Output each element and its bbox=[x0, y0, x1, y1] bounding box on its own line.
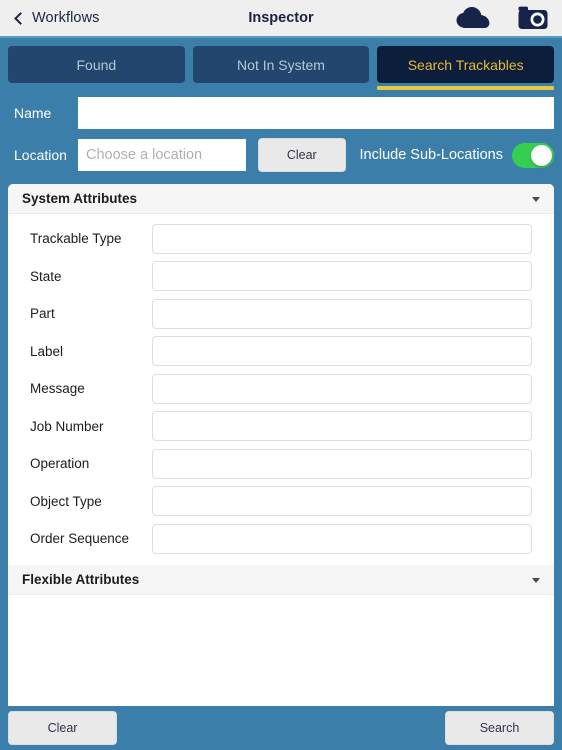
attribute-row: Order Sequence bbox=[8, 520, 554, 558]
attribute-row: Trackable Type bbox=[8, 220, 554, 258]
app-root: Workflows Inspector Found Not In System … bbox=[0, 0, 562, 750]
attribute-input-order-sequence[interactable] bbox=[152, 523, 532, 554]
location-clear-button[interactable]: Clear bbox=[258, 138, 346, 172]
attribute-label: Message bbox=[30, 381, 85, 397]
attribute-input-state[interactable] bbox=[152, 261, 532, 292]
clear-button[interactable]: Clear bbox=[8, 711, 117, 745]
location-label: Location bbox=[14, 147, 67, 163]
tab-not-in-system[interactable]: Not In System bbox=[192, 46, 370, 83]
location-input[interactable] bbox=[78, 139, 246, 171]
attribute-label: Operation bbox=[30, 456, 90, 472]
location-row: Location Clear Include Sub-Locations bbox=[8, 136, 554, 174]
attribute-row: Object Type bbox=[8, 483, 554, 521]
tab-bar: Found Not In System Search Trackables bbox=[0, 38, 562, 90]
name-input[interactable] bbox=[78, 97, 554, 129]
attribute-label: Label bbox=[30, 343, 64, 359]
attribute-input-trackable-type[interactable] bbox=[152, 223, 532, 254]
attribute-label: Object Type bbox=[30, 493, 102, 509]
flexible-attributes-body bbox=[8, 594, 554, 706]
attribute-row: Part bbox=[8, 295, 554, 333]
attribute-input-part[interactable] bbox=[152, 298, 532, 329]
tab-found[interactable]: Found bbox=[8, 46, 185, 83]
tab-found-label: Found bbox=[76, 56, 117, 73]
include-sub-locations-toggle[interactable] bbox=[512, 142, 554, 168]
navbar-actions bbox=[456, 0, 548, 36]
attribute-input-object-type[interactable] bbox=[152, 486, 532, 517]
footer-bar: Clear Search bbox=[0, 706, 562, 750]
toggle-knob bbox=[531, 144, 552, 166]
attribute-row: Operation bbox=[8, 445, 554, 483]
flexible-attributes-header[interactable]: Flexible Attributes bbox=[8, 564, 554, 595]
attribute-label: Job Number bbox=[30, 418, 104, 434]
attribute-input-operation[interactable] bbox=[152, 448, 532, 479]
attribute-label: State bbox=[30, 268, 62, 284]
caret-down-icon[interactable] bbox=[532, 577, 540, 583]
attributes-card: System Attributes Trackable Type State P… bbox=[8, 184, 554, 706]
attribute-input-job-number[interactable] bbox=[152, 411, 532, 442]
tab-search-trackables[interactable]: Search Trackables bbox=[377, 46, 555, 90]
name-row: Name bbox=[8, 94, 554, 132]
attribute-label: Order Sequence bbox=[30, 531, 130, 547]
cloud-icon[interactable] bbox=[456, 7, 490, 29]
attribute-row: State bbox=[8, 258, 554, 296]
caret-down-icon[interactable] bbox=[532, 197, 540, 202]
attribute-row: Job Number bbox=[8, 408, 554, 446]
filter-panel: Name Location Clear Include Sub-Location… bbox=[0, 90, 562, 184]
tab-not-in-system-label: Not In System bbox=[237, 56, 325, 73]
attribute-label: Part bbox=[30, 306, 55, 322]
attribute-row: Message bbox=[8, 370, 554, 408]
tab-search-trackables-label: Search Trackables bbox=[407, 56, 524, 73]
system-attributes-title: System Attributes bbox=[22, 191, 138, 206]
attribute-row: Label bbox=[8, 333, 554, 371]
system-attributes-header[interactable]: System Attributes bbox=[8, 184, 554, 214]
include-sub-locations-label: Include Sub-Locations bbox=[359, 147, 504, 163]
attribute-label: Trackable Type bbox=[30, 231, 122, 247]
system-attributes-list: Trackable Type State Part Label Message bbox=[8, 214, 554, 560]
search-button[interactable]: Search bbox=[445, 711, 554, 745]
flexible-attributes-title: Flexible Attributes bbox=[22, 571, 140, 587]
camera-icon[interactable] bbox=[518, 6, 548, 30]
attribute-input-label[interactable] bbox=[152, 336, 532, 367]
attribute-input-message[interactable] bbox=[152, 373, 532, 404]
name-label: Name bbox=[14, 105, 52, 121]
navbar: Workflows Inspector bbox=[0, 0, 562, 38]
